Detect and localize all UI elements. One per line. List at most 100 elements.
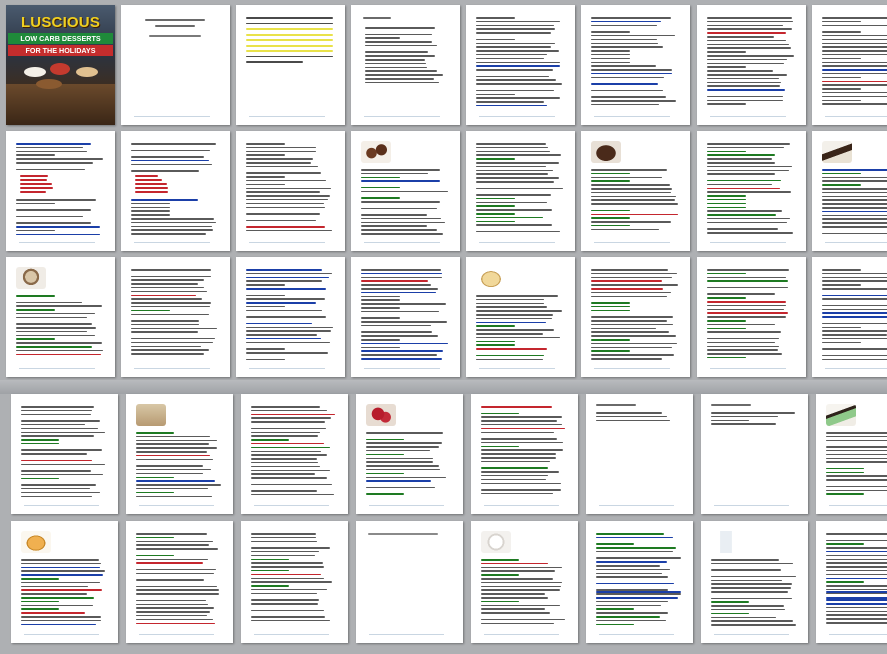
page-thumbnail-37[interactable] xyxy=(471,521,578,643)
page-thumbnail-34[interactable] xyxy=(126,521,233,643)
text-line xyxy=(476,17,516,19)
text-line xyxy=(136,614,208,617)
text-line xyxy=(822,195,887,198)
text-line xyxy=(251,592,318,595)
text-line xyxy=(16,312,95,315)
text-line xyxy=(131,229,214,231)
page-thumbnail-3[interactable] xyxy=(236,5,345,125)
page-thumbnail-26[interactable] xyxy=(126,394,233,514)
text-line xyxy=(131,199,199,201)
page-thumbnail-13[interactable] xyxy=(466,131,575,251)
text-line xyxy=(361,350,443,352)
page-thumbnail-2[interactable] xyxy=(121,5,230,125)
page-footer-rule xyxy=(710,116,787,117)
text-line xyxy=(21,435,94,437)
page-thumbnail-7[interactable] xyxy=(697,5,806,125)
page-thumbnail-10[interactable] xyxy=(121,131,230,251)
text-line xyxy=(707,221,788,224)
page-thumbnail-15[interactable] xyxy=(697,131,806,251)
page-footer-rule xyxy=(594,242,671,243)
page-footer-rule xyxy=(364,242,441,243)
text-line xyxy=(822,50,887,52)
page-thumbnail-5[interactable] xyxy=(466,5,575,125)
text-line xyxy=(707,158,773,160)
row-group-divider xyxy=(0,380,887,394)
text-line xyxy=(707,293,775,295)
text-line xyxy=(476,158,516,160)
page-thumbnail-21[interactable] xyxy=(466,257,575,377)
page-thumbnail-20[interactable] xyxy=(351,257,460,377)
page-thumbnail-6[interactable] xyxy=(581,5,690,125)
page-thumbnail-9[interactable] xyxy=(6,131,115,251)
page-thumbnail-24[interactable] xyxy=(812,257,887,377)
page-thumbnail-18[interactable] xyxy=(121,257,230,377)
text-line xyxy=(136,544,209,546)
page-thumbnail-28[interactable] xyxy=(356,394,463,514)
page-thumbnail-14[interactable] xyxy=(581,131,690,251)
text-line xyxy=(591,209,631,212)
text-line xyxy=(711,608,786,611)
text-line xyxy=(251,550,320,553)
page-thumbnail-16[interactable] xyxy=(812,131,887,251)
text-line xyxy=(251,566,324,568)
page-thumbnail-31[interactable] xyxy=(701,394,808,514)
text-line xyxy=(476,230,560,233)
text-line xyxy=(707,85,780,87)
page-thumbnail-4[interactable] xyxy=(351,5,460,125)
page-thumbnail-12[interactable] xyxy=(351,131,460,251)
text-line xyxy=(591,31,631,33)
text-line xyxy=(707,47,792,49)
page-thumbnail-36[interactable] xyxy=(356,521,463,643)
text-line xyxy=(251,619,330,622)
text-line xyxy=(246,302,317,304)
page-thumbnail-27[interactable] xyxy=(241,394,348,514)
text-line xyxy=(16,199,96,201)
text-line xyxy=(822,69,887,71)
text-line xyxy=(711,587,791,589)
page-thumbnail-11[interactable] xyxy=(236,131,345,251)
text-line xyxy=(822,358,887,361)
text-line xyxy=(246,219,317,222)
page-thumbnail-17[interactable] xyxy=(6,257,115,377)
text-line xyxy=(826,618,887,620)
text-line xyxy=(596,619,666,622)
page-thumbnail-32[interactable] xyxy=(816,394,887,514)
text-line xyxy=(21,619,102,622)
page-thumbnail-40[interactable] xyxy=(816,521,887,643)
page-thumbnail-1[interactable]: LUSCIOUS LOW CARB DESSERTS FOR THE HOLIDAY… xyxy=(6,5,115,125)
text-line xyxy=(481,445,520,448)
page-thumbnail-viewer[interactable]: LUSCIOUS LOW CARB DESSERTS FOR THE HOLIDAY… xyxy=(0,0,887,654)
cover-subtitle-line-2: FOR THE HOLIDAYS xyxy=(8,45,113,56)
text-line xyxy=(361,324,431,327)
page-thumbnail-19[interactable] xyxy=(236,257,345,377)
text-line xyxy=(246,150,316,153)
page-thumbnail-22[interactable] xyxy=(581,257,690,377)
text-line xyxy=(707,36,774,38)
page-thumbnail-35[interactable] xyxy=(241,521,348,643)
text-line xyxy=(711,423,776,425)
page-thumbnail-23[interactable] xyxy=(697,257,806,377)
text-line xyxy=(591,316,673,318)
text-line xyxy=(131,275,212,278)
page-thumbnail-8[interactable] xyxy=(812,5,887,125)
text-line xyxy=(476,197,516,200)
text-line xyxy=(21,623,96,626)
text-line xyxy=(21,442,60,445)
text-line xyxy=(361,225,427,227)
text-line xyxy=(16,334,95,337)
text-line xyxy=(136,465,203,467)
text-line xyxy=(476,50,560,52)
page-thumbnail-30[interactable] xyxy=(586,394,693,514)
text-line xyxy=(826,585,887,587)
page-thumbnail-25[interactable] xyxy=(11,394,118,514)
text-line xyxy=(822,72,887,75)
text-line xyxy=(251,558,290,561)
text-line xyxy=(361,190,448,193)
text-line xyxy=(707,312,789,314)
text-line xyxy=(365,70,437,72)
page-thumbnail-29[interactable] xyxy=(471,394,578,514)
page-thumbnail-39[interactable] xyxy=(701,521,808,643)
page-thumbnail-33[interactable] xyxy=(11,521,118,643)
page-thumbnail-38[interactable] xyxy=(586,521,693,643)
text-line xyxy=(476,42,556,45)
